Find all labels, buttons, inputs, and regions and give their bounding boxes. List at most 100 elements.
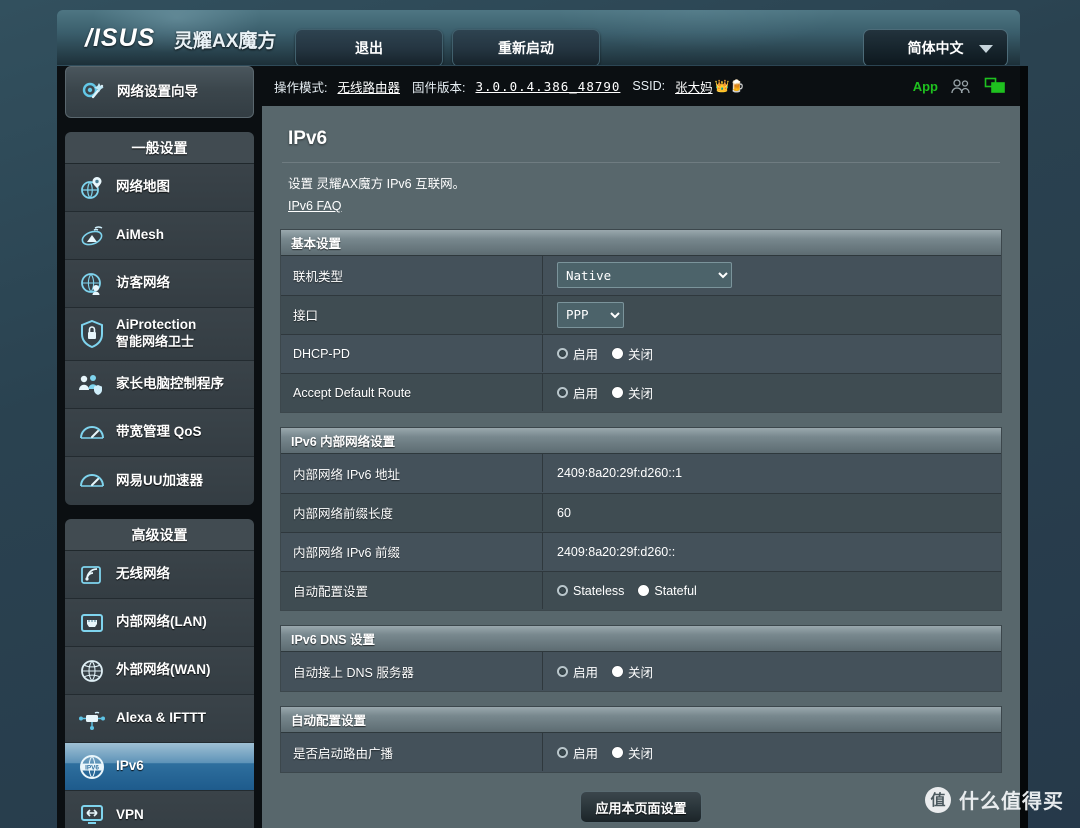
firmware-version-value[interactable]: 3.0.0.4.386_48790 xyxy=(475,79,620,94)
left-sidebar: 网络设置向导 一般设置 网络地图 AiMesh 访客网络 AiProtectio… xyxy=(57,66,262,828)
radio-selected-icon[interactable] xyxy=(638,585,650,596)
shield-lock-icon xyxy=(77,319,107,349)
ssid-emoji: 👑🍺 xyxy=(714,79,745,93)
radio-unselected-icon[interactable] xyxy=(557,387,568,398)
router-model-name: 灵耀AX魔方 xyxy=(174,31,277,52)
sidebar-item-wireless[interactable]: 无线网络 xyxy=(65,551,254,599)
sidebar-item-network-wizard[interactable]: 网络设置向导 xyxy=(65,66,254,118)
settings-row-label: 自动接上 DNS 服务器 xyxy=(281,652,543,690)
settings-panel: IPv6 DNS 设置 自动接上 DNS 服务器 启用 关闭 xyxy=(280,625,1002,692)
sidebar-item-uu-accelerator[interactable]: 网易UU加速器 xyxy=(65,457,254,505)
select-接口[interactable]: PPPEthernet xyxy=(557,301,624,328)
sidebar-item-aimesh[interactable]: AiMesh xyxy=(65,212,254,260)
language-selector[interactable]: 简体中文 xyxy=(863,29,1008,65)
radio-option-label: Stateful xyxy=(654,583,697,598)
sidebar-item-alexa-ifttt[interactable]: Alexa & IFTTT xyxy=(65,695,254,743)
radio-option[interactable]: 关闭 xyxy=(612,743,653,762)
sidebar-item-label: AiMesh xyxy=(116,227,165,243)
radio-option[interactable]: Stateless xyxy=(557,584,624,598)
sidebar-item-label: 无线网络 xyxy=(116,566,170,582)
settings-row: Accept Default Route 启用 关闭 xyxy=(281,373,1001,412)
radio-option[interactable]: 关闭 xyxy=(612,383,653,402)
radio-option-label: 启用 xyxy=(573,387,599,401)
radio-group: 启用 关闭 xyxy=(557,383,653,402)
radio-option-label: 关闭 xyxy=(628,665,654,680)
sidebar-item-label: VPN xyxy=(116,806,144,822)
settings-panel: 基本设置联机类型 DisabledNativeStatic IPv6Passthr… xyxy=(280,229,1002,413)
radio-unselected-icon[interactable] xyxy=(557,585,568,596)
sidebar-item-label: 外部网络(WAN) xyxy=(116,662,211,678)
parental-control-icon xyxy=(77,370,107,400)
settings-row: 是否启动路由广播 启用 关闭 xyxy=(281,733,1001,772)
sidebar-item-ipv6[interactable]: IPV6 IPv6 xyxy=(65,743,254,791)
settings-row-label: Accept Default Route xyxy=(281,374,543,411)
radio-option-label: Stateless xyxy=(573,583,625,598)
sidebar-item-label: 访客网络 xyxy=(116,275,170,291)
sidebar-item-qos[interactable]: 带宽管理 QoS xyxy=(65,409,254,457)
radio-option[interactable]: 启用 xyxy=(557,344,598,363)
radio-option[interactable]: 启用 xyxy=(557,383,598,402)
sidebar-item-label: 网络地图 xyxy=(116,179,170,195)
radio-option-label: 启用 xyxy=(573,746,599,761)
settings-row-value: 启用 关闭 xyxy=(543,335,1001,372)
sidebar-group-general: 一般设置 网络地图 AiMesh 访客网络 AiProtection 智能网络卫… xyxy=(65,132,254,505)
firmware-label: 固件版本: xyxy=(412,80,466,95)
settings-panel: 自动配置设置 是否启动路由广播 启用 关闭 xyxy=(280,706,1002,773)
language-selector-label: 简体中文 xyxy=(907,40,964,56)
watermark: 值 什么值得买 xyxy=(925,785,1064,814)
network-devices-icon[interactable] xyxy=(984,77,1006,95)
radio-selected-icon[interactable] xyxy=(612,746,624,758)
page-description: 设置 灵耀AX魔方 IPv6 互联网。 xyxy=(288,177,466,191)
wifi-icon xyxy=(77,560,107,590)
settings-row-value: 2409:8a20:29f:d260::1 xyxy=(543,454,1001,492)
sidebar-item-parental-control[interactable]: 家长电脑控制程序 xyxy=(65,361,254,409)
sidebar-item-label: 网络设置向导 xyxy=(117,83,198,99)
radio-unselected-icon[interactable] xyxy=(557,665,568,677)
app-link[interactable]: App xyxy=(913,79,938,94)
settings-value-text: 2409:8a20:29f:d260::1 xyxy=(557,466,683,480)
settings-row: 内部网络 IPv6 前缀 2409:8a20:29f:d260:: xyxy=(281,532,1001,571)
settings-row: 自动配置设置 Stateless Stateful xyxy=(281,571,1001,610)
sidebar-item-vpn[interactable]: VPN xyxy=(65,791,254,828)
radio-group: 启用 关闭 xyxy=(557,662,653,681)
logout-button[interactable]: 退出 xyxy=(295,29,443,65)
radio-option[interactable]: 关闭 xyxy=(612,344,653,363)
radio-option[interactable]: 启用 xyxy=(557,743,598,762)
settings-row-value: PPPEthernet xyxy=(543,296,1001,333)
apply-settings-button[interactable]: 应用本页面设置 xyxy=(580,791,702,823)
radio-group: Stateless Stateful xyxy=(557,584,697,598)
users-icon[interactable] xyxy=(950,78,972,94)
sidebar-item-wan[interactable]: 外部网络(WAN) xyxy=(65,647,254,695)
ssid-value[interactable]: 张大妈 xyxy=(675,77,713,96)
reboot-button[interactable]: 重新启动 xyxy=(452,29,600,65)
sidebar-item-lan[interactable]: 内部网络(LAN) xyxy=(65,599,254,647)
sidebar-item-guest-network[interactable]: 访客网络 xyxy=(65,260,254,308)
radio-unselected-icon[interactable] xyxy=(557,348,568,359)
radio-selected-icon[interactable] xyxy=(612,387,624,398)
sidebar-item-aiprotection[interactable]: AiProtection 智能网络卫士 xyxy=(65,308,254,361)
panel-right-edge xyxy=(1020,66,1028,828)
radio-option[interactable]: 启用 xyxy=(557,662,598,681)
settings-row-label: 内部网络 IPv6 前缀 xyxy=(281,533,543,570)
globe-pin-icon xyxy=(77,173,107,203)
sidebar-item-network-map[interactable]: 网络地图 xyxy=(65,164,254,212)
ipv6-faq-link[interactable]: IPv6 FAQ xyxy=(288,199,342,213)
radio-option-label: 启用 xyxy=(573,348,599,362)
radio-unselected-icon[interactable] xyxy=(557,746,568,758)
settings-row-label: 联机类型 xyxy=(281,256,543,294)
settings-panel-title: IPv6 DNS 设置 xyxy=(281,626,1001,652)
radio-selected-icon[interactable] xyxy=(612,665,624,677)
sidebar-group-title: 一般设置 xyxy=(65,132,254,164)
operation-mode-value[interactable]: 无线路由器 xyxy=(337,77,400,96)
radio-option-label: 关闭 xyxy=(628,387,654,401)
apply-row: 应用本页面设置 xyxy=(280,791,1002,823)
top-header-bar: /ISUS 灵耀AX魔方 退出 重新启动 简体中文 xyxy=(57,10,1020,65)
radio-group: 启用 关闭 xyxy=(557,743,653,762)
radio-option[interactable]: Stateful xyxy=(638,583,697,598)
radio-selected-icon[interactable] xyxy=(612,348,624,359)
settings-sections: 基本设置联机类型 DisabledNativeStatic IPv6Passthr… xyxy=(280,229,1002,773)
select-联机类型[interactable]: DisabledNativeStatic IPv6PassthroughTunn… xyxy=(557,262,732,288)
sidebar-group-advanced: 高级设置 无线网络 内部网络(LAN) 外部网络(WAN) Alexa & IF… xyxy=(65,519,254,828)
settings-panel-title: IPv6 内部网络设置 xyxy=(281,428,1001,454)
radio-option[interactable]: 关闭 xyxy=(612,662,653,681)
